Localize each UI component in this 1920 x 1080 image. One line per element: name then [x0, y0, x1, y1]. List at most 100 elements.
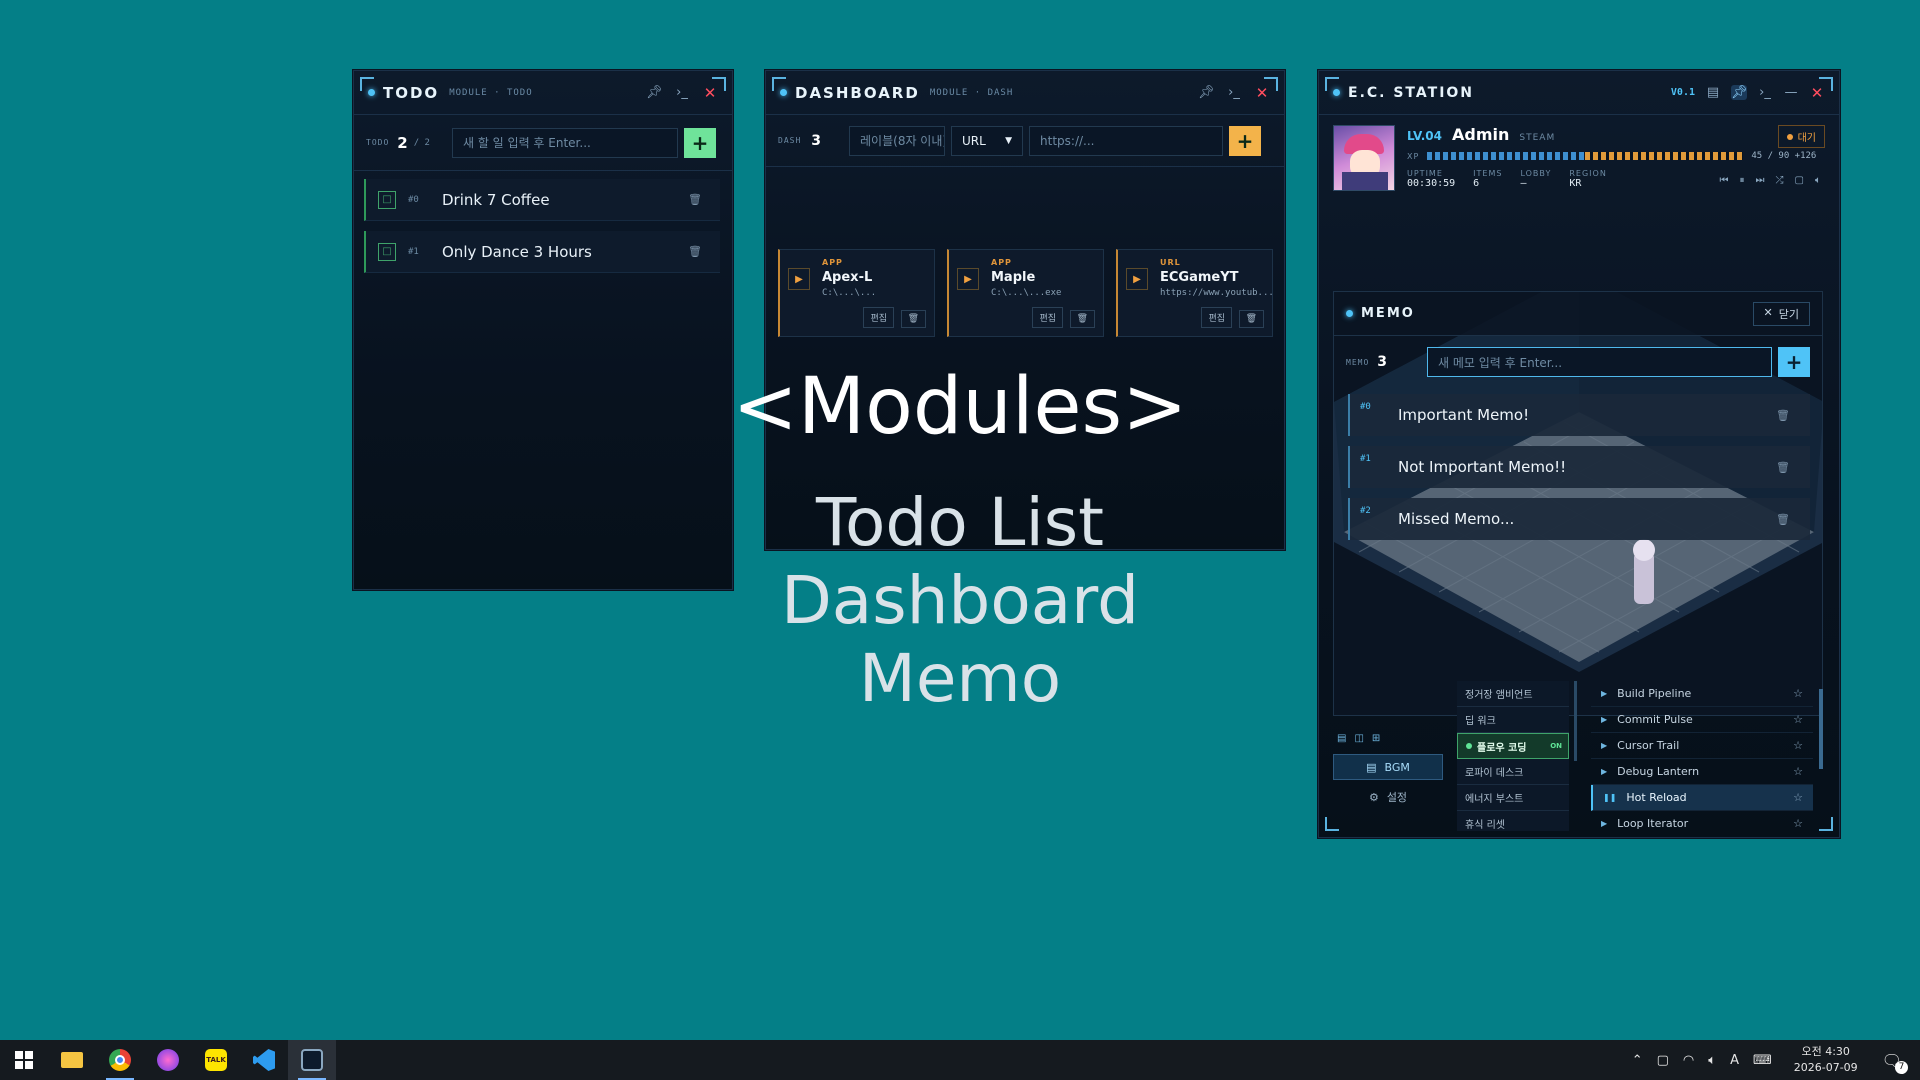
vscode-button[interactable]	[240, 1040, 288, 1080]
grid-icon[interactable]: ⊞	[1372, 733, 1380, 744]
track-item[interactable]: ▶ Debug Lantern ☆	[1591, 759, 1813, 785]
app-button[interactable]	[144, 1040, 192, 1080]
category-item[interactable]: 정거장 앰비언트	[1457, 681, 1569, 707]
tab-settings[interactable]: ⚙ 설정	[1333, 784, 1443, 810]
memo-item[interactable]: #2 Missed Memo... 🗑︎	[1348, 498, 1810, 540]
memo-item[interactable]: #1 Not Important Memo!! 🗑︎	[1348, 446, 1810, 488]
edit-button[interactable]: 편집	[1201, 307, 1232, 328]
trash-icon[interactable]: 🗑︎	[688, 245, 702, 258]
checkbox[interactable]: □	[378, 190, 396, 209]
play-icon[interactable]: ▶	[1601, 689, 1607, 698]
dash-url-input[interactable]: https://...	[1029, 125, 1224, 156]
track-item[interactable]: ▶ Loop Iterator ☆	[1591, 811, 1813, 831]
xp-value: 45 / 90 +126	[1751, 151, 1817, 161]
dash-card[interactable]: ▶ APP Apex-L C:\...\... 편집 🗑︎	[778, 249, 935, 337]
pause-icon[interactable]: ❚❚	[1603, 793, 1616, 802]
window-icon[interactable]: ▤	[1705, 85, 1721, 100]
category-item[interactable]: 휴식 리셋	[1457, 811, 1569, 831]
trash-icon[interactable]: 🗑︎	[1238, 310, 1264, 328]
speaker-icon[interactable]: 🔈︎	[1708, 1053, 1716, 1068]
track-item-playing[interactable]: ❚❚ Hot Reload ☆	[1591, 785, 1813, 811]
trash-icon[interactable]: 🗑︎	[900, 310, 926, 328]
checkbox[interactable]: □	[378, 242, 396, 261]
trash-icon[interactable]: 🗑︎	[1776, 409, 1790, 422]
track-item[interactable]: ▶ Build Pipeline ☆	[1591, 681, 1813, 707]
notification-button[interactable]: 🗨︎ 7	[1882, 1051, 1908, 1074]
memo-input[interactable]: 새 메모 입력 후 Enter...	[1427, 347, 1773, 377]
scrollbar[interactable]	[1574, 681, 1577, 761]
ime-indicator[interactable]: A	[1730, 1053, 1739, 1068]
trash-icon[interactable]: 🗑︎	[1776, 513, 1790, 526]
file-explorer-button[interactable]	[48, 1040, 96, 1080]
edit-button[interactable]: 편집	[863, 307, 894, 328]
play-icon[interactable]: ▶	[788, 268, 810, 290]
play-icon[interactable]: ▶	[1601, 767, 1607, 776]
previous-icon[interactable]: ⏮	[1720, 175, 1729, 186]
chrome-button[interactable]	[96, 1040, 144, 1080]
edit-button[interactable]: 편집	[1032, 307, 1063, 328]
bgm-track-list[interactable]: ▶ Build Pipeline ☆ ▶ Commit Pulse ☆ ▶ Cursor …	[1591, 681, 1813, 831]
star-icon[interactable]: ☆	[1793, 687, 1803, 700]
track-item[interactable]: ▶ Cursor Trail ☆	[1591, 733, 1813, 759]
layout-icon[interactable]: ◫	[1354, 733, 1363, 744]
station-titlebar[interactable]: E.C. STATION V0.1 ▤ 📌︎ ›_ — ✕	[1319, 71, 1839, 115]
volume-icon[interactable]: 🔈︎	[1815, 175, 1821, 186]
category-item-active[interactable]: 플로우 코딩 ON	[1457, 733, 1569, 759]
pin-icon[interactable]: 📌︎	[1731, 85, 1748, 100]
dash-add-button[interactable]: +	[1229, 125, 1262, 156]
minimize-icon[interactable]: —	[1783, 85, 1799, 100]
chevron-up-icon[interactable]: ⌃	[1632, 1053, 1643, 1068]
repeat-icon[interactable]: ▢	[1795, 175, 1804, 186]
todo-titlebar[interactable]: TODO MODULE · TODO 📌︎ ›_ ✕	[354, 71, 732, 115]
todo-add-button[interactable]: +	[683, 127, 716, 158]
dash-type-select[interactable]: URL ▼	[951, 125, 1024, 156]
todo-item[interactable]: □ #1 Only Dance 3 Hours 🗑︎	[364, 231, 720, 273]
network-icon[interactable]: ◠	[1683, 1053, 1694, 1068]
terminal-icon[interactable]: ›_	[1757, 85, 1773, 100]
dash-card[interactable]: ▶ APP Maple C:\...\...exe 편집 🗑︎	[947, 249, 1104, 337]
dash-label-input[interactable]: 레이블(8자 이내)	[849, 125, 946, 156]
start-button[interactable]	[0, 1040, 48, 1080]
shuffle-icon[interactable]: ⤮	[1776, 175, 1784, 186]
category-item[interactable]: 딥 워크	[1457, 707, 1569, 733]
clock[interactable]: 오전 4:30 2026-07-09	[1794, 1044, 1858, 1076]
trash-icon[interactable]: 🗑︎	[688, 193, 702, 206]
meet-icon[interactable]: ▢	[1657, 1053, 1669, 1068]
play-icon[interactable]: ▶	[1601, 715, 1607, 724]
play-icon[interactable]: ▶	[1126, 268, 1148, 290]
star-icon[interactable]: ☆	[1793, 765, 1803, 778]
trash-icon[interactable]: 🗑︎	[1069, 310, 1095, 328]
category-item[interactable]: 에너지 부스트	[1457, 785, 1569, 811]
play-icon[interactable]: ▶	[1601, 819, 1607, 828]
keyboard-icon[interactable]: ⌨	[1753, 1053, 1772, 1068]
track-item[interactable]: ▶ Commit Pulse ☆	[1591, 707, 1813, 733]
play-icon[interactable]: ▶	[957, 268, 979, 290]
active-dot	[1466, 743, 1472, 749]
category-item[interactable]: 로파이 데스크	[1457, 759, 1569, 785]
todo-item[interactable]: □ #0 Drink 7 Coffee 🗑︎	[364, 179, 720, 221]
station-app-button[interactable]	[288, 1040, 336, 1080]
dash-card[interactable]: ▶ URL ECGameYT https://www.youtub... 편집 …	[1116, 249, 1273, 337]
scrollbar[interactable]	[1819, 689, 1823, 769]
star-icon[interactable]: ☆	[1793, 817, 1803, 830]
memo-close-button[interactable]: ✕ 닫기	[1752, 301, 1810, 326]
pause-icon[interactable]: ⏸	[1740, 175, 1745, 186]
terminal-icon[interactable]: ›_	[1226, 85, 1242, 100]
star-icon[interactable]: ☆	[1793, 713, 1803, 726]
kakaotalk-button[interactable]: TALK	[192, 1040, 240, 1080]
memo-item[interactable]: #0 Important Memo! 🗑︎	[1348, 394, 1810, 436]
list-icon[interactable]: ▤	[1337, 733, 1346, 744]
star-icon[interactable]: ☆	[1793, 739, 1803, 752]
todo-input[interactable]: 새 할 일 입력 후 Enter...	[451, 127, 678, 158]
pin-icon[interactable]: 📌︎	[646, 85, 663, 100]
next-icon[interactable]: ⏭	[1756, 175, 1765, 186]
play-icon[interactable]: ▶	[1601, 741, 1607, 750]
tab-bgm[interactable]: ▤ BGM	[1333, 754, 1443, 780]
dashboard-titlebar[interactable]: DASHBOARD MODULE · DASH 📌︎ ›_ ✕	[766, 71, 1284, 115]
terminal-icon[interactable]: ›_	[674, 85, 690, 100]
bgm-category-list[interactable]: 정거장 앰비언트 딥 워크 플로우 코딩 ON 로파이 데스크 에너지 부스트 …	[1457, 681, 1569, 831]
trash-icon[interactable]: 🗑︎	[1776, 461, 1790, 474]
memo-add-button[interactable]: +	[1778, 347, 1810, 377]
star-icon[interactable]: ☆	[1793, 791, 1803, 804]
pin-icon[interactable]: 📌︎	[1198, 85, 1215, 100]
